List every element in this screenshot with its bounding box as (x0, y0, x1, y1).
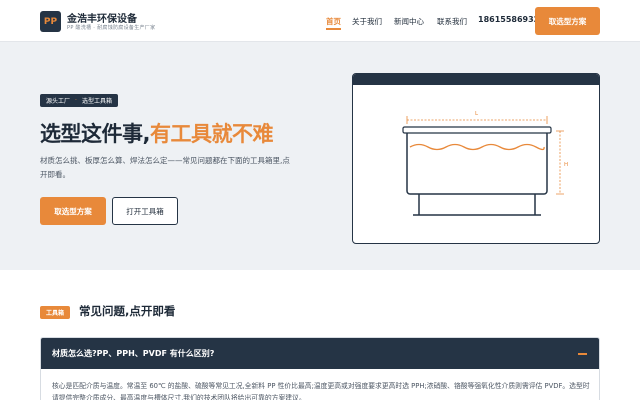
brand-logo[interactable]: PP (40, 11, 61, 32)
brand-name[interactable]: 金浩丰环保设备 (67, 10, 137, 25)
faq-question-header[interactable]: 材质怎么选?PP、PPH、PVDF 有什么区别? (41, 338, 599, 369)
breadcrumb-separator: · (75, 97, 77, 104)
tank-body (406, 130, 548, 195)
nav-active-indicator (326, 28, 341, 30)
open-toolbox-button[interactable]: 打开工具箱 (112, 197, 178, 225)
faq-question[interactable]: 材质怎么选?PP、PPH、PVDF 有什么区别? (52, 348, 214, 359)
length-label: L (475, 111, 479, 117)
breadcrumb-item-factory[interactable]: 源头工厂 (46, 96, 70, 105)
tank-rim (402, 126, 552, 134)
tank-illustration: L H (352, 73, 600, 244)
breadcrumb: 源头工厂 · 选型工具箱 (40, 94, 118, 107)
breadcrumb-item-toolbox: 选型工具箱 (81, 98, 112, 105)
faq-answer: 核心是匹配介质与温度。常温至 60℃ 的盐酸、硫酸等常见工况,全新料 PP 性价… (52, 382, 590, 400)
collapse-minus-icon[interactable] (578, 353, 587, 355)
nav-about[interactable]: 关于我们 (352, 16, 382, 27)
site-header: PP 金浩丰环保设备 PP 酸洗槽 · 耐腐蚀防腐设备生产厂家 首页 关于我们 … (0, 0, 640, 42)
hero-description: 材质怎么挑、板厚怎么算、焊法怎么定——常见问题都在下面的工具箱里,点开即看。 (40, 156, 290, 179)
get-plan-button[interactable]: 取选型方案 (40, 197, 106, 225)
faq-accordion-item: 材质怎么选?PP、PPH、PVDF 有什么区别? 核心是匹配介质与温度。常温至 … (40, 337, 600, 400)
nav-news[interactable]: 新闻中心 (394, 16, 424, 27)
hero-title: 选型这件事,有工具就不难 (40, 118, 273, 148)
tank-diagram: L H (402, 111, 568, 216)
hero-title-accent: 有工具就不难 (149, 122, 274, 146)
faq-section-title: 常见问题,点开即看 (79, 304, 176, 318)
contact-phone[interactable]: 18615586932 (478, 15, 539, 24)
hero-section: 源头工厂 · 选型工具箱 选型这件事,有工具就不难 材质怎么挑、板厚怎么算、焊法… (0, 42, 640, 270)
hero-title-main: 选型这件事, (40, 122, 150, 146)
height-label: H (564, 162, 568, 168)
header-cta-button[interactable]: 取选型方案 (535, 7, 600, 35)
brand-subtitle: PP 酸洗槽 · 耐腐蚀防腐设备生产厂家 (67, 25, 156, 31)
faq-section-tag: 工具箱 (40, 306, 71, 319)
nav-home[interactable]: 首页 (326, 16, 341, 27)
nav-contact[interactable]: 联系我们 (437, 16, 467, 27)
